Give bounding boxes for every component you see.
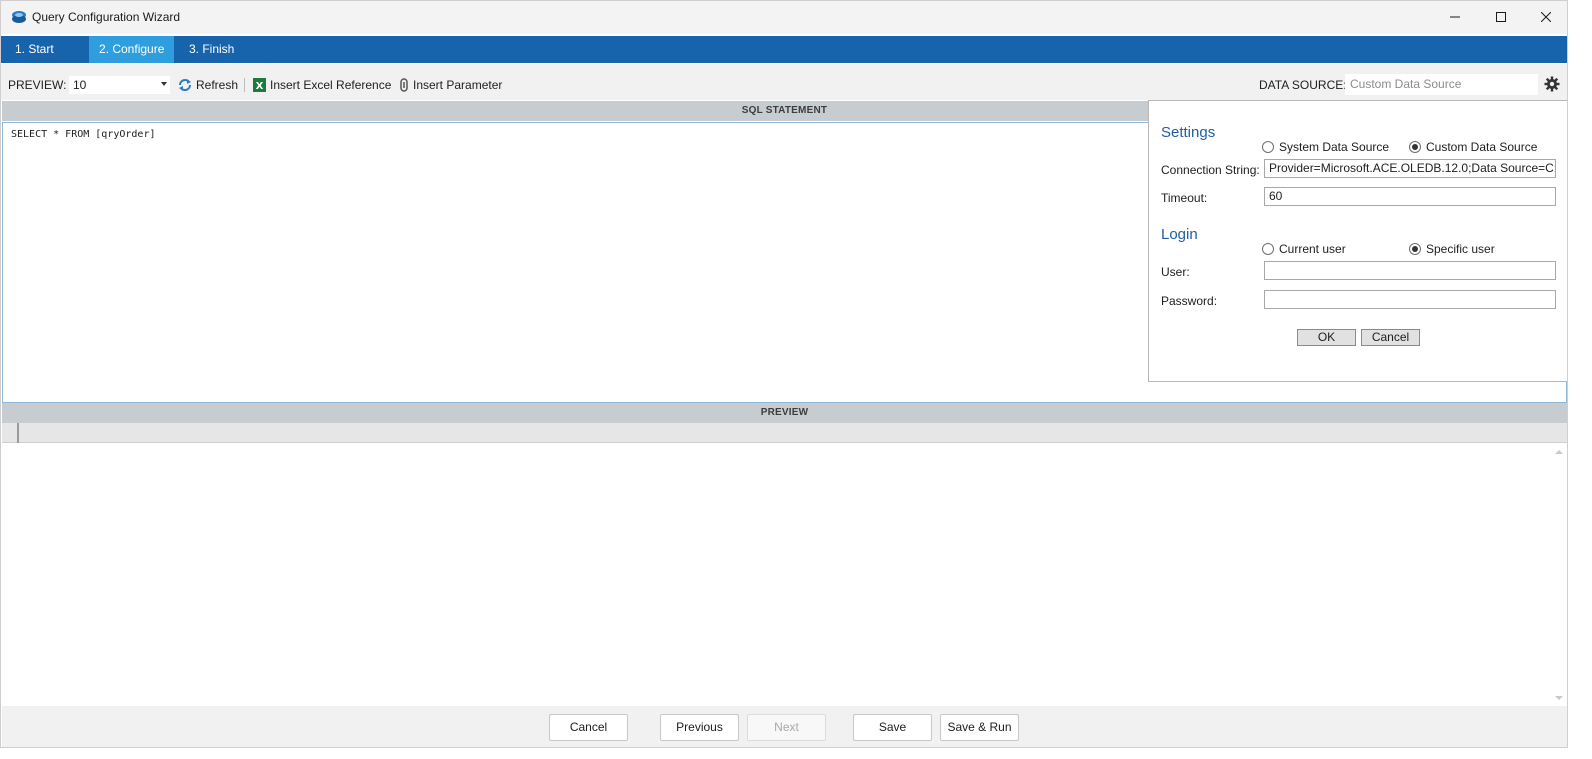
wizard-step-bar: 1. Start 2. Configure 3. Finish [1,36,1567,63]
step-configure[interactable]: 2. Configure [89,36,174,63]
preview-header: PREVIEW [2,403,1567,423]
vertical-scrollbar[interactable] [1550,444,1567,706]
radio-unchecked-icon [1262,243,1274,255]
parameter-icon [400,78,408,92]
scroll-down-icon[interactable] [1555,696,1563,700]
data-source-field[interactable]: Custom Data Source [1345,74,1538,95]
password-field[interactable] [1264,290,1556,309]
user-field[interactable] [1264,261,1556,280]
system-data-source-radio[interactable]: System Data Source [1262,140,1389,154]
radio-checked-icon [1409,243,1421,255]
gear-icon[interactable] [1544,76,1560,92]
data-source-settings-panel: Settings System Data Source Custom Data … [1148,100,1567,382]
minimize-button[interactable] [1432,1,1478,33]
insert-excel-reference-label: Insert Excel Reference [270,78,392,92]
scroll-up-icon[interactable] [1555,450,1563,454]
step-start[interactable]: 1. Start [5,36,83,63]
excel-icon: X [253,78,266,92]
ok-button[interactable]: OK [1297,329,1356,346]
specific-user-radio[interactable]: Specific user [1409,242,1495,256]
window-title: Query Configuration Wizard [32,10,181,24]
toolbar-divider [244,78,245,92]
preview-grid-header [2,423,1567,443]
grid-row-selector-header [2,423,19,443]
step-finish[interactable]: 3. Finish [179,36,269,63]
previous-button[interactable]: Previous [660,714,739,741]
refresh-button[interactable]: Refresh [178,77,238,93]
svg-text:X: X [256,81,264,92]
preview-rows-value: 10 [73,78,87,92]
sql-statement-text: SELECT * FROM [qryOrder] [11,129,156,140]
radio-unchecked-icon [1262,141,1274,153]
close-button[interactable] [1523,1,1567,33]
refresh-icon [179,79,191,91]
current-user-label: Current user [1279,242,1346,256]
preview-rows-select[interactable]: 10 [69,76,170,94]
minimize-icon [1450,16,1460,18]
settings-heading: Settings [1161,124,1216,141]
preview-grid[interactable] [2,444,1567,706]
preview-label: PREVIEW: [8,78,67,92]
app-logo-icon [12,11,26,23]
title-bar: Query Configuration Wizard [1,1,1567,34]
insert-excel-reference-button[interactable]: X Insert Excel Reference [253,77,391,93]
refresh-label: Refresh [196,78,239,92]
custom-data-source-radio[interactable]: Custom Data Source [1409,140,1537,154]
custom-data-source-label: Custom Data Source [1426,140,1538,154]
cancel-button[interactable]: Cancel [549,714,628,741]
chevron-down-icon [161,82,167,86]
connection-string-field[interactable]: Provider=Microsoft.ACE.OLEDB.12.0;Data S… [1264,159,1556,178]
save-button[interactable]: Save [853,714,932,741]
insert-parameter-label: Insert Parameter [413,78,503,92]
radio-checked-icon [1409,141,1421,153]
maximize-icon [1496,12,1506,22]
user-label: User: [1161,265,1190,279]
connection-string-label: Connection String: [1161,163,1260,177]
current-user-radio[interactable]: Current user [1262,242,1346,256]
data-source-label: DATA SOURCE: [1259,78,1347,92]
settings-cancel-button[interactable]: Cancel [1361,329,1420,346]
maximize-button[interactable] [1478,1,1524,33]
timeout-field[interactable]: 60 [1264,187,1556,206]
specific-user-label: Specific user [1426,242,1495,256]
wizard-window: Query Configuration Wizard 1. Start 2. C… [0,0,1568,748]
save-and-run-button[interactable]: Save & Run [940,714,1019,741]
timeout-label: Timeout: [1161,191,1208,205]
close-icon [1541,12,1551,22]
insert-parameter-button[interactable]: Insert Parameter [399,77,502,93]
next-button[interactable]: Next [747,714,826,741]
password-label: Password: [1161,294,1218,308]
system-data-source-label: System Data Source [1279,140,1390,154]
login-heading: Login [1161,226,1198,243]
